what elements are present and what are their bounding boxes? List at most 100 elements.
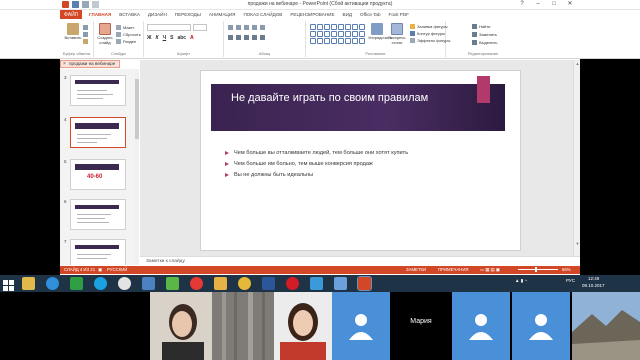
arrange-button[interactable]: Упорядочить	[368, 23, 392, 45]
shape-effects-button[interactable]: Эффекты фигуры	[410, 38, 450, 43]
indent-icon[interactable]	[244, 25, 249, 30]
tab-view[interactable]: ВИД	[343, 12, 352, 17]
powerpoint-taskbar-icon[interactable]	[357, 276, 372, 291]
font-color-icon[interactable]: A	[190, 35, 194, 41]
format-painter-button[interactable]	[83, 39, 88, 44]
scroll-down-icon[interactable]: ▼	[575, 241, 580, 246]
slide-title[interactable]: Не давайте играть по своим правилам	[231, 90, 451, 106]
thumbnail-row[interactable]: 4	[60, 115, 132, 149]
explorer-icon[interactable]	[22, 277, 35, 290]
video-tile-participant-2[interactable]	[212, 292, 274, 360]
thumbnail-scrollbar[interactable]	[135, 69, 139, 265]
store-icon[interactable]	[70, 277, 83, 290]
bullet-list[interactable]: Чем больше вы отталкиваете людей, тем бо…	[225, 148, 408, 181]
cut-button[interactable]	[83, 25, 88, 30]
tab-animation[interactable]: АНИМАЦИЯ	[209, 12, 236, 17]
video-tile-participant-6[interactable]	[512, 292, 570, 360]
thumbnail-row[interactable]: 7	[60, 237, 132, 265]
skype-icon[interactable]	[94, 277, 107, 290]
shadow-icon[interactable]: abc	[177, 35, 186, 41]
shape-fill-button[interactable]: Заливка фигуры	[410, 24, 448, 29]
tray-icons[interactable]: ▲ ▮ ◔	[515, 278, 527, 284]
close-tab-icon[interactable]: ×	[63, 61, 66, 67]
language-tray[interactable]: РУС	[566, 278, 575, 283]
thumbnail-row[interactable]: 3	[60, 73, 132, 107]
new-slide-button[interactable]: Создать слайд	[96, 23, 114, 45]
bullets-icon[interactable]	[228, 25, 233, 30]
quick-styles-button[interactable]: Экспресс-стили	[388, 23, 407, 45]
select-button[interactable]: Выделить	[472, 40, 497, 45]
scroll-up-icon[interactable]: ▲	[575, 61, 580, 66]
thumbnail-row[interactable]: 5 40-60	[60, 157, 132, 191]
language-indicator[interactable]: РУССКИЙ	[107, 267, 127, 272]
word-icon[interactable]	[262, 277, 275, 290]
numbering-icon[interactable]	[236, 25, 241, 30]
editor-scrollbar[interactable]: ▲ ▼	[573, 60, 580, 256]
video-tile-participant-4[interactable]	[332, 292, 390, 360]
shape-outline-button[interactable]: Контур фигуры	[410, 31, 445, 36]
maximize-button[interactable]: □	[546, 0, 562, 9]
comments-toggle[interactable]: ПРИМЕЧАНИЯ	[438, 267, 469, 272]
align-left-icon[interactable]	[228, 35, 233, 40]
layout-button[interactable]: Макет	[116, 25, 134, 30]
video-tile-maria[interactable]: Мария	[390, 292, 452, 360]
folder-icon[interactable]	[214, 277, 227, 290]
view-buttons[interactable]: ▭ ▦ ▤ ▣	[480, 267, 500, 273]
photos-icon[interactable]	[334, 277, 347, 290]
align-right-icon[interactable]	[244, 35, 249, 40]
paste-button[interactable]: Вставить	[64, 23, 82, 45]
opera-icon[interactable]	[286, 277, 299, 290]
slide-thumbnail[interactable]: 40-60	[70, 159, 126, 190]
zoom-slider-thumb[interactable]	[535, 267, 537, 272]
tab-slideshow[interactable]: ПОКАЗ СЛАЙДОВ	[243, 12, 282, 17]
italic-icon[interactable]: К	[156, 35, 159, 41]
tab-home[interactable]: ГЛАВНАЯ	[89, 12, 111, 17]
replace-button[interactable]: Заменить	[472, 32, 497, 37]
people-icon[interactable]	[142, 277, 155, 290]
spellcheck-icon[interactable]: ▣	[98, 267, 102, 273]
font-family-select[interactable]	[147, 24, 191, 31]
tab-design[interactable]: ДИЗАЙН	[148, 12, 167, 17]
slide-thumbnail[interactable]	[70, 199, 126, 230]
video-tile-participant-3[interactable]	[274, 292, 332, 360]
align-center-icon[interactable]	[236, 35, 241, 40]
minimize-button[interactable]: –	[530, 0, 546, 9]
section-button[interactable]: Раздел	[116, 39, 136, 44]
notes-pane[interactable]: Заметки к слайду	[140, 256, 580, 266]
skype-business-icon[interactable]	[166, 277, 179, 290]
notes-toggle[interactable]: ЗАМЕТКИ	[406, 267, 426, 272]
video-tile-participant-7[interactable]	[572, 292, 640, 360]
tab-office-tab[interactable]: Office Tab	[360, 12, 381, 17]
strikethrough-icon[interactable]: S	[170, 35, 173, 41]
reset-button[interactable]: Сбросить	[116, 32, 141, 37]
chrome-icon[interactable]	[238, 277, 251, 290]
copy-button[interactable]	[83, 32, 88, 37]
chat-icon[interactable]	[310, 277, 323, 290]
slide-thumbnail[interactable]	[70, 75, 126, 106]
video-tile-participant-5[interactable]	[452, 292, 510, 360]
shapes-gallery[interactable]	[310, 24, 365, 44]
tab-insert[interactable]: ВСТАВКА	[119, 12, 140, 17]
columns-icon[interactable]	[260, 35, 265, 40]
thumbnail-row[interactable]: 6	[60, 197, 132, 231]
tab-review[interactable]: РЕЦЕНЗИРОВАНИЕ	[290, 12, 334, 17]
document-tab[interactable]: × продажи на вебинаре	[60, 60, 120, 68]
slide-thumbnail-selected[interactable]	[70, 117, 126, 148]
clock-date[interactable]: 09.10.2017	[582, 283, 605, 288]
slide-thumbnail[interactable]	[70, 239, 126, 265]
yandex-icon[interactable]	[190, 277, 203, 290]
bold-icon[interactable]: Ж	[147, 35, 152, 41]
find-button[interactable]: Найти	[472, 24, 490, 29]
zoom-slider[interactable]	[518, 269, 558, 270]
scrollbar-thumb[interactable]	[135, 79, 139, 139]
underline-icon[interactable]: Ч	[163, 35, 167, 41]
video-tile-participant-1[interactable]	[150, 292, 212, 360]
line-spacing-icon[interactable]	[260, 25, 265, 30]
tab-transitions[interactable]: ПЕРЕХОДЫ	[175, 12, 201, 17]
outdent-icon[interactable]	[252, 25, 257, 30]
ie-icon[interactable]	[46, 277, 59, 290]
close-button[interactable]: ✕	[562, 0, 578, 9]
clock-time[interactable]: 12:49	[588, 276, 599, 281]
tab-foxit-pdf[interactable]: Foxit PDF	[389, 12, 409, 17]
help-button[interactable]: ?	[514, 0, 530, 9]
